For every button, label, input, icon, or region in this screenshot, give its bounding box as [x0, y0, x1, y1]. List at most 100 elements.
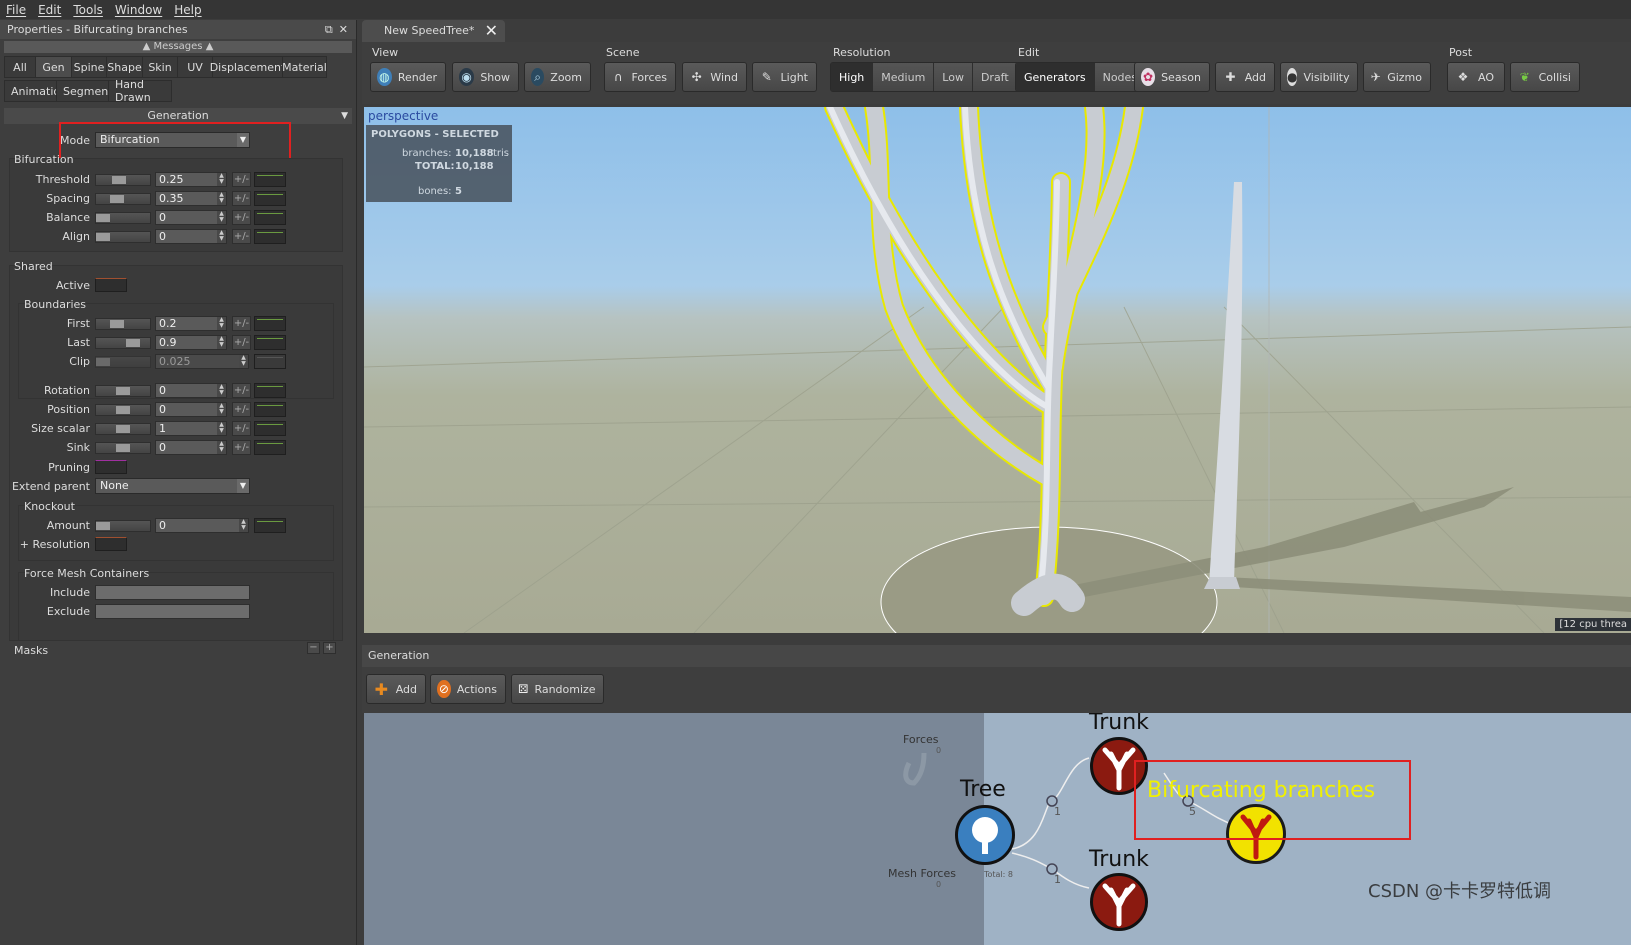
sink-slider[interactable] [95, 442, 151, 454]
menu-file[interactable]: File [6, 3, 26, 17]
amount-slider[interactable] [95, 520, 151, 532]
tab-hand-drawn[interactable]: Hand Drawn [108, 78, 172, 104]
tab-segments[interactable]: Segments [56, 80, 118, 102]
actions-button[interactable]: ⊘ Actions [430, 674, 506, 704]
threshold-input[interactable]: 0.25 ▲ ▼ [155, 172, 227, 187]
tab-spine[interactable]: Spine [71, 56, 107, 78]
menu-tools[interactable]: Tools [73, 3, 103, 17]
spacing-input[interactable]: 0.35 ▲ ▼ [155, 191, 227, 206]
align-variance-button[interactable]: +/- [232, 229, 251, 244]
resolution-swatch[interactable] [95, 537, 127, 551]
first-variance-button[interactable]: +/- [232, 316, 251, 331]
trunk-bottom-node[interactable] [1090, 873, 1148, 931]
tab-gen[interactable]: Gen [35, 56, 72, 78]
spin-arrows-icon[interactable]: ▲ ▼ [217, 317, 226, 330]
balance-slider[interactable] [95, 212, 151, 224]
balance-variance-button[interactable]: +/- [232, 210, 251, 225]
messages-bar[interactable]: ▲ Messages ▲ [4, 41, 352, 53]
extend-parent-dropdown[interactable]: None ▼ [95, 478, 250, 494]
size-scalar-variance-button[interactable]: +/- [232, 421, 251, 436]
last-curve[interactable] [254, 335, 286, 350]
resolution-draft[interactable]: Draft [972, 63, 1018, 91]
balance-curve[interactable] [254, 210, 286, 225]
spin-arrows-icon[interactable]: ▲ ▼ [239, 355, 248, 368]
close-tab-icon[interactable]: ✕ [485, 20, 498, 42]
resolution-high[interactable]: High [831, 63, 874, 91]
spin-arrows-icon[interactable]: ▲ ▼ [217, 192, 226, 205]
align-input[interactable]: 0 ▲ ▼ [155, 229, 227, 244]
spacing-slider[interactable] [95, 193, 151, 205]
ao-button[interactable]: ❖ AO [1447, 62, 1505, 92]
size-scalar-curve[interactable] [254, 421, 286, 436]
spin-arrows-icon[interactable]: ▲ ▼ [217, 403, 226, 416]
balance-input[interactable]: 0 ▲ ▼ [155, 210, 227, 225]
masks-add-button[interactable]: + [323, 642, 336, 654]
randomize-button[interactable]: ⚄ Randomize [511, 674, 604, 704]
close-icon[interactable]: ✕ [339, 23, 348, 37]
clip-curve[interactable] [254, 354, 286, 369]
spin-arrows-icon[interactable]: ▲ ▼ [239, 519, 248, 532]
spin-arrows-icon[interactable]: ▲ ▼ [217, 173, 226, 186]
spin-arrows-icon[interactable]: ▲ ▼ [217, 384, 226, 397]
spacing-variance-button[interactable]: +/- [232, 191, 251, 206]
season-button[interactable]: ✿ Season [1134, 62, 1210, 92]
spin-arrows-icon[interactable]: ▲ ▼ [217, 422, 226, 435]
show-button[interactable]: ◉ Show [452, 62, 519, 92]
threshold-variance-button[interactable]: +/- [232, 172, 251, 187]
render-button[interactable]: ◍ Render [370, 62, 446, 92]
gizmo-button[interactable]: ✈ Gizmo [1363, 62, 1431, 92]
spin-arrows-icon[interactable]: ▲ ▼ [217, 211, 226, 224]
resolution-low[interactable]: Low [934, 63, 973, 91]
rotation-input[interactable]: 0 ▲ ▼ [155, 383, 227, 398]
menu-help[interactable]: Help [174, 3, 201, 17]
position-input[interactable]: 0 ▲ ▼ [155, 402, 227, 417]
rotation-slider[interactable] [95, 385, 151, 397]
active-swatch[interactable] [95, 278, 127, 292]
generation-add-button[interactable]: ✚ Add [366, 674, 426, 704]
threshold-curve[interactable] [254, 172, 286, 187]
position-slider[interactable] [95, 404, 151, 416]
tab-displacement[interactable]: Displacement [210, 56, 285, 78]
align-slider[interactable] [95, 231, 151, 243]
tab-animation[interactable]: Animation [4, 80, 67, 102]
generators-toggle[interactable]: Generators [1016, 63, 1095, 91]
tab-uv[interactable]: UV [177, 56, 213, 78]
tab-skin[interactable]: Skin [142, 56, 178, 78]
add-button[interactable]: ✚ Add [1215, 62, 1275, 92]
align-curve[interactable] [254, 229, 286, 244]
perspective-viewport[interactable]: perspective POLYGONS - SELECTED branches… [364, 107, 1631, 633]
last-slider[interactable] [95, 337, 151, 349]
visibility-button[interactable]: ● Visibility [1280, 62, 1358, 92]
clip-input[interactable]: 0.025 ▲ ▼ [155, 354, 249, 369]
tree-node[interactable] [955, 805, 1015, 865]
first-curve[interactable] [254, 316, 286, 331]
clip-slider[interactable] [95, 356, 151, 368]
spacing-curve[interactable] [254, 191, 286, 206]
size-scalar-input[interactable]: 1 ▲ ▼ [155, 421, 227, 436]
wind-button[interactable]: ✣ Wind [682, 62, 747, 92]
sink-curve[interactable] [254, 440, 286, 455]
amount-curve[interactable] [254, 518, 286, 533]
node-graph[interactable]: Forces 0 Mesh Forces 0 Tree Total: 8 Tru… [364, 713, 1631, 945]
document-tab[interactable]: New SpeedTree* ✕ [362, 20, 505, 42]
collapse-icon[interactable]: ▼ [341, 108, 348, 124]
rotation-curve[interactable] [254, 383, 286, 398]
tab-material[interactable]: Material [282, 56, 327, 78]
spin-arrows-icon[interactable]: ▲ ▼ [217, 336, 226, 349]
tab-shape[interactable]: Shape [106, 56, 143, 78]
include-field[interactable] [95, 585, 250, 600]
collision-button[interactable]: ❦ Collisi [1510, 62, 1580, 92]
zoom-button[interactable]: ⌕ Zoom [524, 62, 591, 92]
spin-arrows-icon[interactable]: ▲ ▼ [217, 441, 226, 454]
sink-variance-button[interactable]: +/- [232, 440, 251, 455]
undock-icon[interactable]: ⧉ [325, 23, 333, 37]
menu-window[interactable]: Window [115, 3, 162, 17]
threshold-slider[interactable] [95, 174, 151, 186]
resolution-medium[interactable]: Medium [873, 63, 935, 91]
first-input[interactable]: 0.2 ▲ ▼ [155, 316, 227, 331]
tab-all[interactable]: All [4, 56, 36, 78]
menu-edit[interactable]: Edit [38, 3, 61, 17]
forces-button[interactable]: ∩ Forces [604, 62, 676, 92]
sink-input[interactable]: 0 ▲ ▼ [155, 440, 227, 455]
exclude-field[interactable] [95, 604, 250, 619]
